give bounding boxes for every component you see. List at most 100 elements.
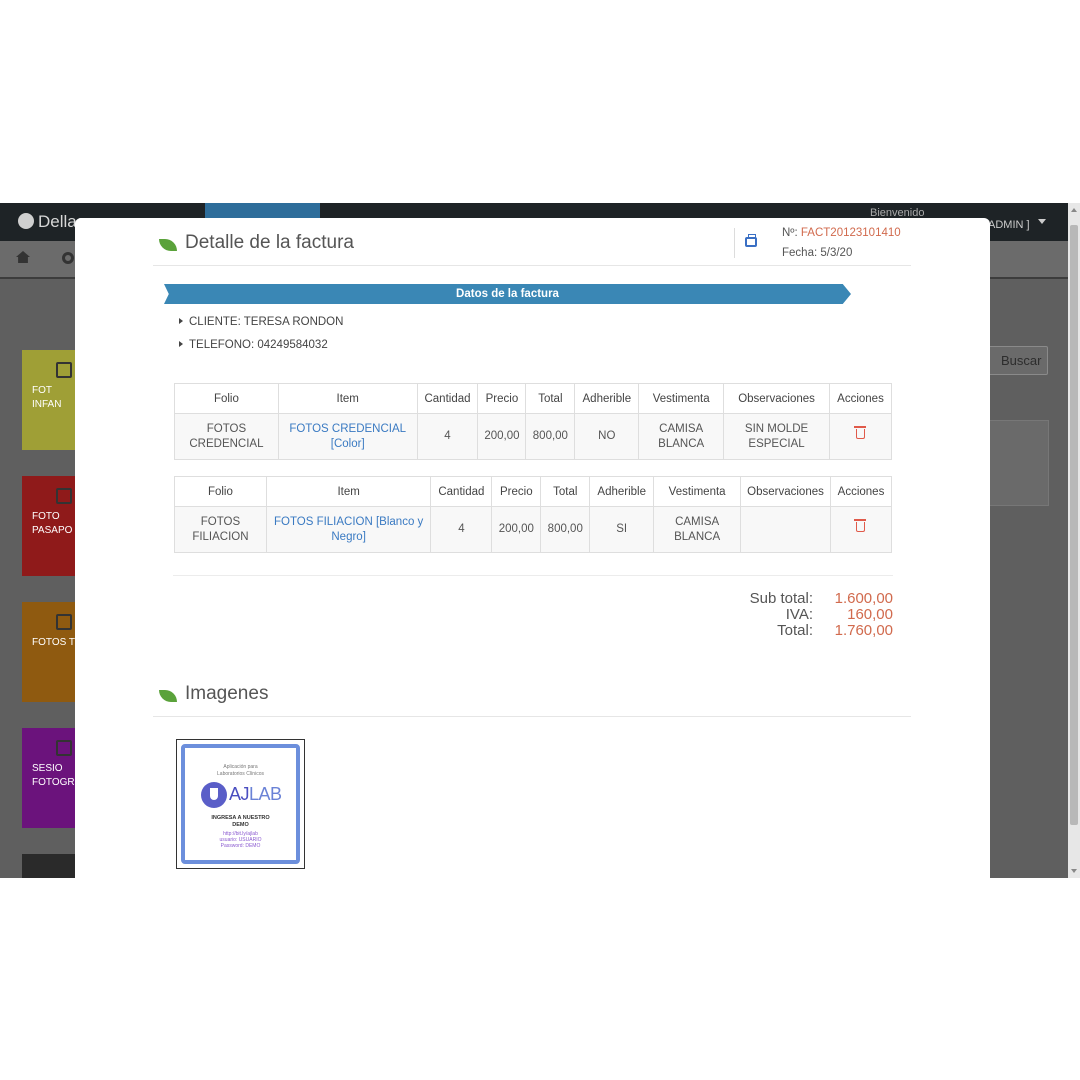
tile-label: FOT INFAN bbox=[32, 385, 62, 410]
scrollbar[interactable] bbox=[1068, 203, 1080, 878]
flask-icon bbox=[201, 782, 227, 808]
col-acciones: Acciones bbox=[829, 476, 893, 507]
col-item: Item bbox=[277, 383, 418, 414]
header-separator bbox=[734, 228, 735, 258]
edit-icon bbox=[56, 362, 72, 378]
col-vestimenta: Vestimenta bbox=[653, 476, 742, 507]
cell-total: 800,00 bbox=[525, 413, 576, 460]
print-icon[interactable] bbox=[745, 234, 757, 247]
col-total: Total bbox=[525, 383, 576, 414]
caret-right-icon bbox=[179, 341, 183, 347]
cell-item-link[interactable]: FOTOS FILIACION [Blanco y Negro] bbox=[265, 506, 432, 553]
total-label: Total: bbox=[777, 622, 813, 639]
col-folio: Folio bbox=[174, 476, 267, 507]
iva-value: 160,00 bbox=[847, 606, 893, 623]
col-acciones: Acciones bbox=[828, 383, 893, 414]
scroll-down-icon[interactable] bbox=[1071, 869, 1077, 873]
cell-folio: FOTOS CREDENCIAL bbox=[174, 413, 279, 460]
tile-pasaporte[interactable]: FOTO PASAPO bbox=[22, 476, 82, 576]
cell-adherible: SI bbox=[589, 506, 655, 553]
leaf-icon bbox=[159, 239, 177, 251]
col-folio: Folio bbox=[174, 383, 279, 414]
cell-vestimenta: CAMISA BLANCA bbox=[638, 413, 725, 460]
iva-label: IVA: bbox=[785, 606, 813, 623]
browser-viewport: Dellago Bienvenido ADMIN ] FOT INFAN FOT… bbox=[0, 203, 1080, 878]
col-observaciones: Observaciones bbox=[723, 383, 830, 414]
thumb-line1: Aplicación para bbox=[223, 764, 258, 770]
background-panel bbox=[985, 420, 1049, 506]
invoice-number-label: Nº: bbox=[782, 227, 798, 239]
subtotal-label: Sub total: bbox=[749, 590, 813, 607]
cell-cantidad: 4 bbox=[430, 506, 493, 553]
totals-block: Sub total: 1.600,00 IVA: 160,00 Total: 1… bbox=[675, 590, 893, 639]
table-header-row: Folio Item Cantidad Precio Total Adherib… bbox=[174, 383, 893, 414]
invoice-number: Nº: FACT20123101410 bbox=[782, 227, 901, 239]
thumb-cta2: DEMO bbox=[232, 822, 249, 828]
invoice-date-value: 5/3/20 bbox=[820, 247, 853, 259]
trash-icon[interactable] bbox=[854, 519, 867, 532]
thumb-logo: AJLAB bbox=[229, 784, 282, 805]
cell-cantidad: 4 bbox=[416, 413, 479, 460]
logo-lab: LAB bbox=[249, 784, 282, 804]
scroll-up-icon[interactable] bbox=[1071, 208, 1077, 212]
page-canvas: Dellago Bienvenido ADMIN ] FOT INFAN FOT… bbox=[0, 0, 1080, 1080]
col-cantidad: Cantidad bbox=[430, 476, 493, 507]
col-adherible: Adherible bbox=[574, 383, 640, 414]
cell-folio: FOTOS FILIACION bbox=[174, 506, 267, 553]
edit-icon bbox=[56, 740, 72, 756]
col-cantidad: Cantidad bbox=[416, 383, 479, 414]
edit-icon bbox=[56, 614, 72, 630]
caret-down-icon[interactable] bbox=[1038, 219, 1046, 224]
invoice-detail-modal: Detalle de la factura Nº: FACT2012310141… bbox=[75, 218, 990, 878]
tile-more[interactable] bbox=[22, 854, 82, 878]
thumb-password: Password: DEMO bbox=[220, 843, 261, 849]
thumbnail-content: Aplicación para Laboratorios Clínicos AJ… bbox=[181, 744, 300, 864]
col-observaciones: Observaciones bbox=[740, 476, 831, 507]
cell-item-link[interactable]: FOTOS CREDENCIAL [Color] bbox=[277, 413, 418, 460]
totals-divider bbox=[173, 575, 893, 576]
col-adherible: Adherible bbox=[589, 476, 655, 507]
image-thumbnail[interactable]: Aplicación para Laboratorios Clínicos AJ… bbox=[176, 739, 305, 869]
subtotal-value: 1.600,00 bbox=[834, 590, 893, 607]
tile-sesion[interactable]: SESIO FOTOGR bbox=[22, 728, 82, 828]
cell-total: 800,00 bbox=[540, 506, 591, 553]
cell-observaciones bbox=[740, 506, 831, 553]
cell-precio: 200,00 bbox=[491, 506, 542, 553]
client-line: CLIENTE: TERESA RONDON bbox=[179, 316, 343, 328]
scrollbar-thumb[interactable] bbox=[1070, 225, 1078, 825]
modal-title: Detalle de la factura bbox=[185, 232, 354, 253]
title-divider bbox=[153, 265, 911, 266]
cell-acciones bbox=[829, 506, 893, 553]
cell-precio: 200,00 bbox=[477, 413, 527, 460]
tile-label: FOTOS T bbox=[32, 637, 75, 648]
section-ribbon: Datos de la factura bbox=[164, 284, 851, 304]
items-table-1: Folio Item Cantidad Precio Total Adherib… bbox=[174, 383, 893, 460]
tile-label: SESIO FOTOGR bbox=[32, 763, 75, 788]
table-row: FOTOS CREDENCIAL FOTOS CREDENCIAL [Color… bbox=[174, 413, 893, 460]
tile-fotos[interactable]: FOTOS T bbox=[22, 602, 82, 702]
cell-observaciones: SIN MOLDE ESPECIAL bbox=[723, 413, 830, 460]
user-menu[interactable]: ADMIN ] bbox=[988, 219, 1030, 231]
gear-icon[interactable] bbox=[62, 252, 74, 264]
cell-acciones bbox=[828, 413, 893, 460]
items-table-2: Folio Item Cantidad Precio Total Adherib… bbox=[174, 476, 893, 553]
invoice-date-label: Fecha: bbox=[782, 247, 818, 259]
tile-infantiles[interactable]: FOT INFAN bbox=[22, 350, 82, 450]
col-vestimenta: Vestimenta bbox=[638, 383, 725, 414]
col-total: Total bbox=[540, 476, 591, 507]
client-text: CLIENTE: TERESA RONDON bbox=[189, 316, 344, 328]
cell-adherible: NO bbox=[574, 413, 640, 460]
globe-icon bbox=[18, 213, 34, 229]
table-row: FOTOS FILIACION FOTOS FILIACION [Blanco … bbox=[174, 506, 893, 553]
trash-icon[interactable] bbox=[853, 426, 866, 439]
total-value: 1.760,00 bbox=[834, 622, 893, 639]
invoice-number-value: FACT20123101410 bbox=[800, 227, 901, 239]
thumb-line2: Laboratorios Clínicos bbox=[217, 771, 264, 777]
thumb-cta1: INGRESA A NUESTRO bbox=[211, 815, 270, 821]
invoice-date: Fecha: 5/3/20 bbox=[782, 247, 852, 259]
cell-vestimenta: CAMISA BLANCA bbox=[653, 506, 742, 553]
leaf-icon bbox=[159, 690, 177, 702]
tile-label: FOTO PASAPO bbox=[32, 511, 73, 536]
col-item: Item bbox=[265, 476, 432, 507]
phone-text: TELEFONO: 04249584032 bbox=[189, 339, 328, 351]
